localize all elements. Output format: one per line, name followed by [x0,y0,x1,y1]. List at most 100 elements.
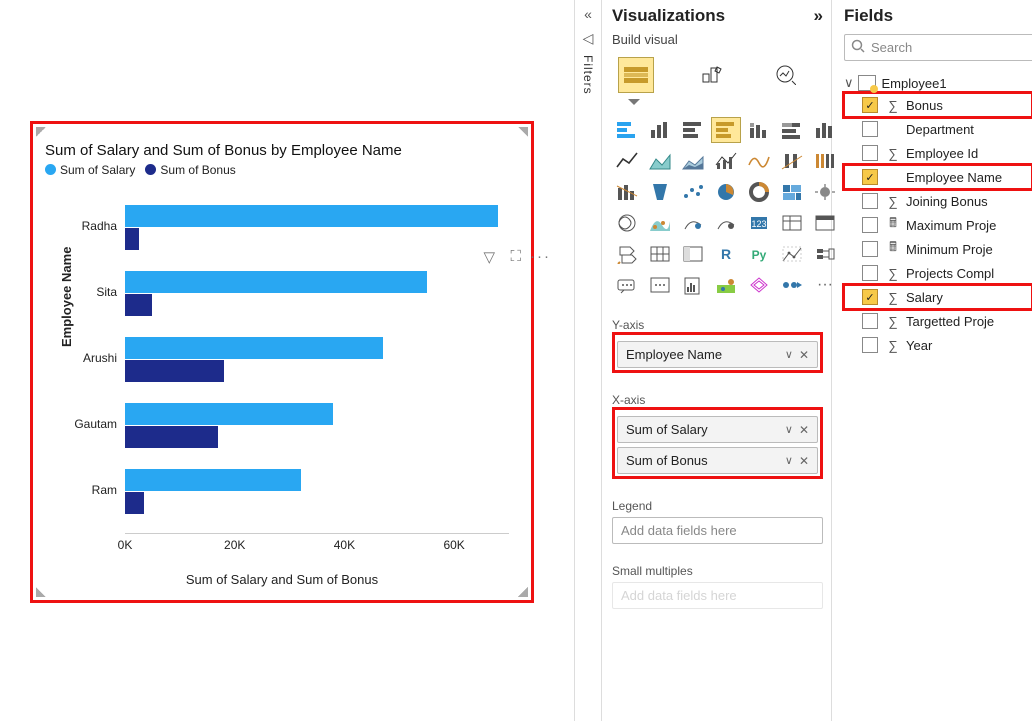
filters-pane-collapsed[interactable]: « ◁ Filters [574,0,602,721]
legend-swatch-salary [45,164,56,175]
field-checkbox[interactable] [862,337,878,353]
bar-bonus[interactable] [125,426,218,448]
analytics-tab[interactable] [768,57,802,91]
field-item[interactable]: ∑Joining Bonus [844,189,1032,213]
bar-salary[interactable] [125,469,301,491]
resize-handle-br[interactable] [518,587,528,597]
field-checkbox[interactable] [862,241,878,257]
bar-salary[interactable] [125,205,498,227]
viz-type-button[interactable] [711,148,741,174]
field-item[interactable]: ∑Employee Id [844,141,1032,165]
report-canvas-visual[interactable]: ▽ ⛶ ··· Sum of Salary and Sum of Bonus b… [30,121,534,603]
sigma-icon: ∑ [886,98,900,113]
x-axis-field-well-bonus[interactable]: Sum of Bonus ∨ ✕ [617,447,818,474]
viz-type-button[interactable] [678,117,708,143]
viz-type-button[interactable] [612,117,642,143]
collapse-visualizations-icon[interactable]: » [814,6,823,26]
viz-type-button[interactable] [645,210,675,236]
resize-handle-bl[interactable] [36,587,46,597]
viz-type-button[interactable] [777,241,807,267]
field-item[interactable]: ∑Year [844,333,1032,357]
x-axis-field-well-salary[interactable]: Sum of Salary ∨ ✕ [617,416,818,443]
viz-type-button[interactable] [645,117,675,143]
field-checkbox[interactable] [862,121,878,137]
small-multiples-field-well[interactable]: Add data fields here [612,582,823,609]
remove-field-icon[interactable]: ✕ [799,348,809,362]
field-item[interactable]: 🖩Maximum Proje [844,213,1032,237]
viz-type-button[interactable] [678,241,708,267]
viz-type-button[interactable] [744,148,774,174]
viz-type-button[interactable] [612,241,642,267]
field-item[interactable]: 🖩Minimum Proje [844,237,1032,261]
viz-type-button[interactable]: Py [744,241,774,267]
viz-type-button[interactable] [777,210,807,236]
field-checkbox[interactable] [862,313,878,329]
viz-type-button[interactable] [744,272,774,298]
viz-type-button[interactable] [678,148,708,174]
bar-salary[interactable] [125,271,427,293]
field-checkbox[interactable] [862,265,878,281]
viz-type-button[interactable] [645,148,675,174]
chevron-down-icon[interactable]: ∨ [785,454,793,467]
viz-type-button[interactable] [678,179,708,205]
bar-bonus[interactable] [125,360,224,382]
format-visual-tab[interactable] [694,57,728,91]
bar-bonus[interactable] [125,492,144,514]
remove-field-icon[interactable]: ✕ [799,423,809,437]
bar-bonus[interactable] [125,294,152,316]
viz-type-button[interactable] [612,179,642,205]
field-item[interactable]: ∑Projects Compl [844,261,1032,285]
viz-type-button[interactable] [777,148,807,174]
field-item[interactable]: ∑Targetted Proje [844,309,1032,333]
y-axis-field-well[interactable]: Employee Name ∨ ✕ [617,341,818,368]
chevron-down-icon[interactable]: ∨ [785,348,793,361]
viz-type-button[interactable] [777,272,807,298]
bar-salary[interactable] [125,403,333,425]
field-item[interactable]: Department [844,117,1032,141]
table-header[interactable]: ∨ Employee1 [844,73,1032,93]
viz-type-button[interactable]: 123 [744,210,774,236]
field-checkbox[interactable]: ✓ [862,97,878,113]
field-checkbox[interactable]: ✓ [862,289,878,305]
bar-salary[interactable] [125,337,383,359]
field-checkbox[interactable] [862,193,878,209]
viz-type-button[interactable] [744,179,774,205]
viz-type-button[interactable] [612,210,642,236]
viz-type-button[interactable] [678,272,708,298]
chevron-down-icon[interactable]: ∨ [785,423,793,436]
resize-handle-tr[interactable] [518,127,528,137]
fields-search-input[interactable]: Search [844,34,1032,61]
viz-type-button[interactable] [711,272,741,298]
resize-handle-tl[interactable] [36,127,46,137]
visual-more-options-icon[interactable]: ··· [530,248,551,265]
viz-type-button[interactable] [711,210,741,236]
legend-field-well[interactable]: Add data fields here [612,517,823,544]
viz-type-button[interactable] [612,148,642,174]
field-item[interactable]: ✓∑Bonus [844,93,1032,117]
remove-field-icon[interactable]: ✕ [799,454,809,468]
field-item[interactable]: ✓∑Salary [844,285,1032,309]
field-label: Minimum Proje [906,242,993,257]
viz-type-button[interactable] [678,210,708,236]
field-item[interactable]: ✓Employee Name [844,165,1032,189]
viz-type-button[interactable] [645,272,675,298]
viz-type-button[interactable] [711,117,741,143]
bar-bonus[interactable] [125,228,139,250]
viz-type-button[interactable] [777,179,807,205]
x-axis-label: Sum of Salary and Sum of Bonus [45,572,519,587]
viz-type-button[interactable] [777,117,807,143]
viz-type-button[interactable] [612,272,642,298]
x-axis-tick: 0K [118,538,133,552]
category-label: Gautam [74,417,125,431]
field-label: Employee Id [906,146,978,161]
field-checkbox[interactable] [862,145,878,161]
viz-type-button[interactable] [645,179,675,205]
expand-filters-icon[interactable]: « [584,6,592,22]
viz-type-button[interactable] [645,241,675,267]
viz-type-button[interactable]: R [711,241,741,267]
viz-type-button[interactable] [744,117,774,143]
viz-type-button[interactable] [711,179,741,205]
build-visual-tab[interactable] [618,57,654,93]
field-checkbox[interactable]: ✓ [862,169,878,185]
field-checkbox[interactable] [862,217,878,233]
